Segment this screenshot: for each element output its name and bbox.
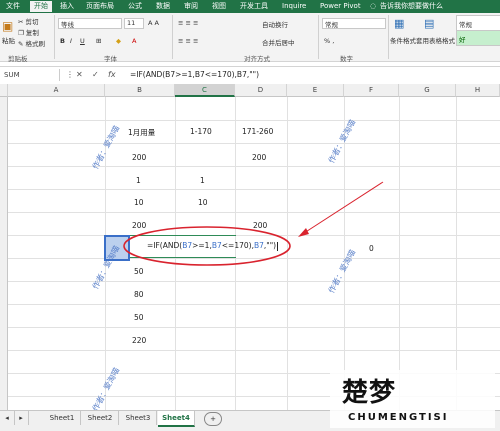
table-format-icon: ▤ [424,17,435,30]
annotation-arrow-line [300,181,384,236]
cut-button[interactable]: ✂ 剪切 [18,16,39,26]
clipboard-group-label: 剪贴板 [8,55,28,63]
fill-color-icon[interactable]: ◆ [116,37,121,45]
add-sheet-button[interactable]: + [204,412,222,426]
font-name-value: 等线 [61,21,74,29]
conditional-format-button[interactable]: 条件格式 [390,35,416,45]
tab-page-layout[interactable]: 页面布局 [86,1,114,12]
table-format-button[interactable]: 套用表格格式 [416,35,455,45]
logo-chinese-text: 楚梦 [342,378,397,408]
logo-english-text: CHUMENGTISI [348,412,449,423]
conditional-format-icon: ▦ [394,17,405,30]
font-name-select[interactable]: 等线 [58,18,122,29]
tab-review[interactable]: 审阅 [184,1,198,12]
sheet-tab-sheet1[interactable]: Sheet1 [44,411,81,425]
group-divider [172,15,173,59]
percent-icon[interactable]: % , [324,37,334,45]
scissors-icon: ✂ [18,18,24,26]
grow-font-icon[interactable]: A A [148,19,159,27]
tab-home[interactable]: 开始 [30,1,52,12]
bold-button[interactable]: B [60,37,65,45]
sheet-tab-sheet2[interactable]: Sheet2 [82,411,119,425]
insert-function-icon[interactable]: fx [108,69,116,81]
site-logo: 楚梦 CHUMENGTISI [330,370,495,428]
style-good-label: 好 [459,36,466,44]
sheet-tab-sheet4[interactable]: Sheet4 [158,411,195,427]
border-icon[interactable]: ⊞ [96,37,101,45]
alignment-group-label: 对齐方式 [244,55,270,63]
number-format-value: 常规 [325,21,338,29]
formula-input[interactable]: =IF(AND(B7>=1,B7<=170),B7,"") [130,69,259,81]
wrap-text-button[interactable]: 自动换行 [262,19,288,29]
annotation-overlay [123,181,384,266]
italic-button[interactable]: I [70,37,72,45]
tab-power-pivot[interactable]: Power Pivot [320,1,361,12]
scroll-left-icon[interactable]: ◂ [0,411,15,425]
brush-icon: ✎ [18,40,24,48]
enter-icon[interactable]: ✓ [92,69,99,81]
copy-button[interactable]: ❐ 复制 [18,27,39,37]
number-format-select[interactable]: 常规 [322,18,386,29]
font-group-label: 字体 [104,55,117,63]
font-size-select[interactable]: 11 [124,18,144,29]
tab-formulas[interactable]: 公式 [128,1,142,12]
align-top-icon[interactable]: ≡ ≡ ≡ [178,19,198,27]
align-center-icon[interactable]: ≡ ≡ ≡ [178,37,198,45]
format-painter-button[interactable]: ✎ 格式刷 [18,38,45,48]
lightbulb-icon: ◌ [370,2,377,10]
tab-developer[interactable]: 开发工具 [240,1,268,12]
copy-icon: ❐ [18,29,24,37]
copy-label: 复制 [25,29,39,37]
ribbon-tab-bar: 文件 开始 插入 页面布局 公式 数据 审阅 视图 开发工具 Inquire P… [0,0,500,13]
paste-label[interactable]: 粘贴 [2,35,15,45]
style-normal-label: 常规 [459,21,472,29]
ribbon: ▣ 粘贴 ✂ 剪切 ❐ 复制 ✎ 格式刷 剪贴板 等线 11 A A B I U… [0,13,500,63]
cancel-icon[interactable]: ✕ [76,69,83,81]
paste-icon[interactable]: ▣ [2,19,13,33]
style-normal[interactable]: 常规 [456,15,500,31]
tab-data[interactable]: 数据 [156,1,170,12]
font-size-value: 11 [127,19,136,27]
group-divider [54,15,55,59]
more-icon: ⋮ [66,70,74,79]
tell-me-box[interactable]: 告诉我你想要做什么 [380,1,443,12]
tab-view[interactable]: 视图 [212,1,226,12]
name-box[interactable]: SUM [0,69,60,81]
annotation-arrowhead [298,228,309,237]
annotation-ellipse [123,226,291,266]
style-good[interactable]: 好 [456,30,500,46]
tab-inquire[interactable]: Inquire [282,1,306,12]
format-painter-label: 格式刷 [25,40,46,48]
worksheet-grid[interactable]: A B C D E F G H 1月用量 1-170 171-260 200 2… [0,84,500,410]
merge-center-button[interactable]: 合并后居中 [262,37,295,47]
group-divider [388,15,389,59]
sheet-tab-sheet3[interactable]: Sheet3 [120,411,157,425]
tab-insert[interactable]: 插入 [60,1,74,12]
group-divider [318,15,319,59]
cut-label: 剪切 [25,18,39,26]
tab-file[interactable]: 文件 [6,1,20,12]
formula-bar: SUM ⋮ ✕ ✓ fx =IF(AND(B7>=1,B7<=170),B7,"… [0,66,500,85]
scroll-right-icon[interactable]: ▸ [14,411,29,425]
font-color-icon[interactable]: A [132,37,136,45]
underline-button[interactable]: U [80,37,85,45]
number-group-label: 数字 [340,55,353,63]
